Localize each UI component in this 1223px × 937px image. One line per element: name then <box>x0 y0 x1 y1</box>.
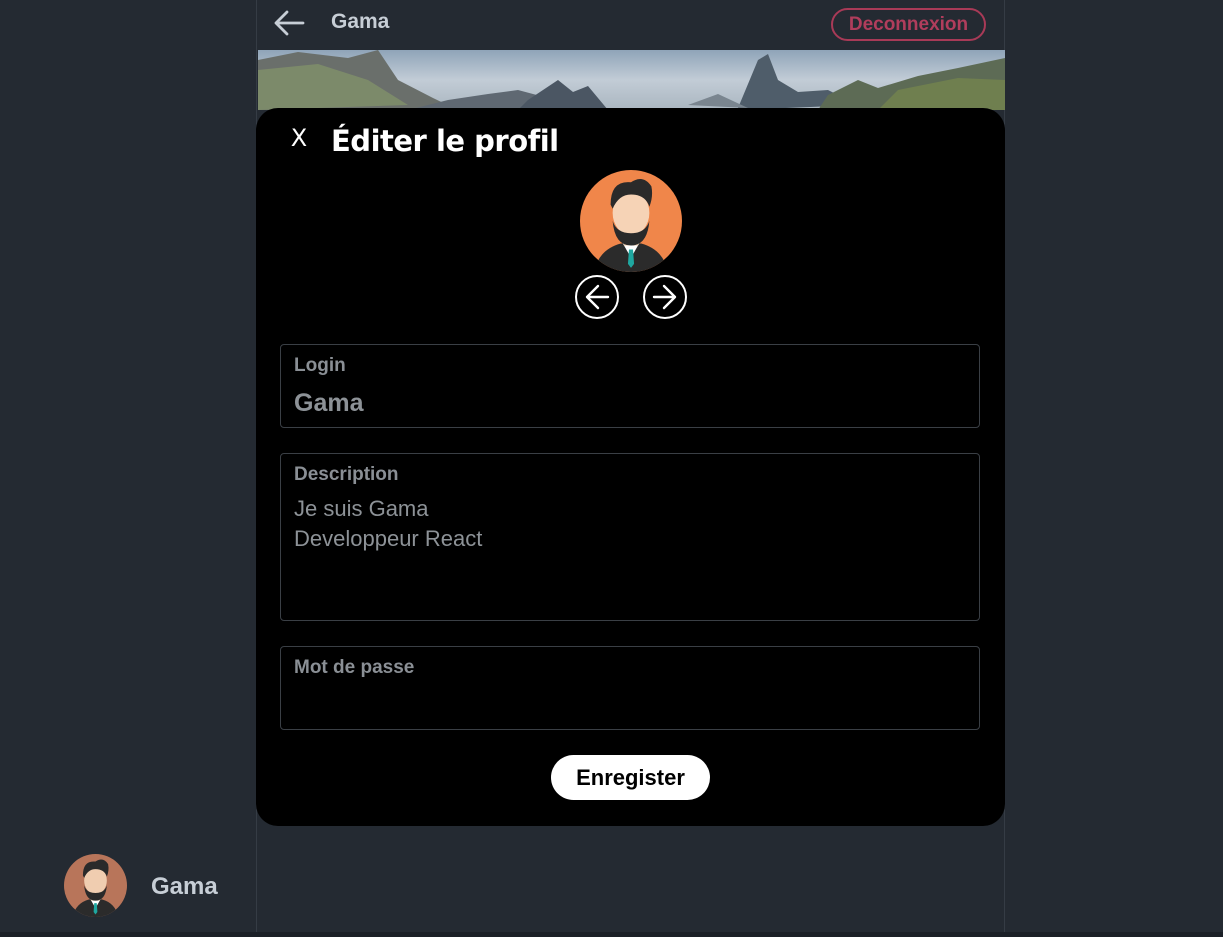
avatar-image <box>580 170 682 272</box>
avatar-prev-button[interactable] <box>574 274 620 320</box>
user-avatar[interactable] <box>64 854 127 917</box>
modal-title: Éditer le profil <box>331 124 559 158</box>
arrow-circle-left-icon <box>575 275 619 319</box>
description-label: Description <box>294 464 399 485</box>
description-line[interactable]: Developpeur React <box>294 526 482 552</box>
top-header: Gama Deconnexion <box>257 0 1004 50</box>
arrow-circle-right-icon <box>643 275 687 319</box>
login-value[interactable]: Gama <box>294 389 363 418</box>
password-input[interactable] <box>293 687 967 719</box>
logout-button[interactable]: Deconnexion <box>831 8 986 41</box>
avatar-image <box>64 854 127 917</box>
app-page: Gama Deconnexion X Éditer le profil Logi… <box>0 0 1223 937</box>
header-title: Gama <box>331 10 390 33</box>
avatar-next-button[interactable] <box>642 274 688 320</box>
edit-profile-modal: X Éditer le profil Login Gama Descriptio… <box>256 108 1005 826</box>
bottom-divider <box>0 932 1223 937</box>
password-label: Mot de passe <box>294 657 415 678</box>
user-name: Gama <box>151 873 218 900</box>
login-field[interactable]: Login Gama <box>280 344 980 428</box>
avatar <box>580 170 682 272</box>
description-line[interactable]: Je suis Gama <box>294 496 429 522</box>
description-field[interactable]: Description Je suis Gama Developpeur Rea… <box>280 453 980 621</box>
save-button[interactable]: Enregister <box>551 755 710 800</box>
arrow-left-icon <box>274 10 305 36</box>
close-button[interactable]: X <box>288 125 310 151</box>
back-button[interactable] <box>271 6 307 40</box>
cover-image <box>258 50 1005 110</box>
login-label: Login <box>294 355 346 376</box>
password-field[interactable]: Mot de passe <box>280 646 980 730</box>
